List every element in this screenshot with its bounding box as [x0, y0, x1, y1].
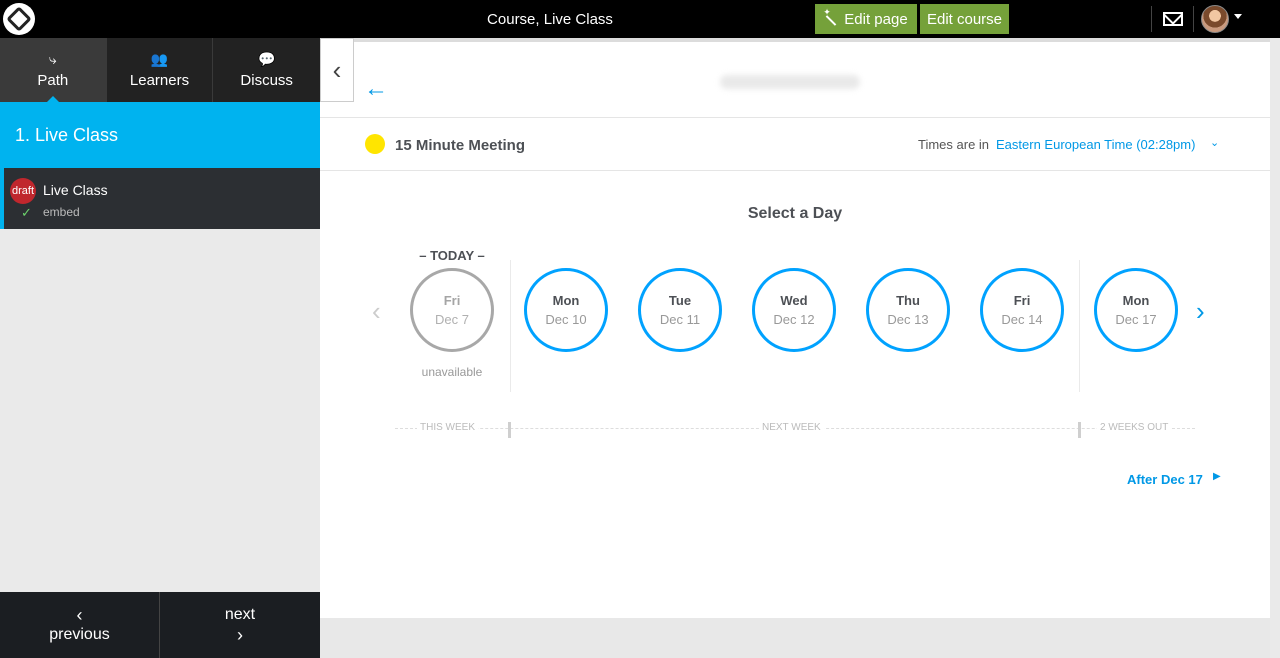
day-name: Mon	[1122, 293, 1150, 308]
lesson-title: Live Class	[43, 182, 108, 198]
week-timeline: THIS WEEK NEXT WEEK 2 WEEKS OUT	[395, 422, 1195, 438]
lesson-subtitle: embed	[43, 205, 80, 219]
right-gutter	[1270, 38, 1280, 658]
day-date: Dec 13	[887, 312, 929, 327]
timezone-select[interactable]: Eastern European Time (02:28pm)	[996, 137, 1195, 152]
timeline-marker	[508, 422, 511, 438]
sidebar-footer: ‹ previous next ›	[0, 592, 320, 658]
page-title: Course, Live Class	[487, 11, 613, 28]
chevron-left-icon: ‹	[372, 296, 381, 326]
unavailable-label: unavailable	[421, 365, 483, 379]
day-date: Dec 12	[773, 312, 815, 327]
draft-badge: draft	[10, 178, 36, 204]
meeting-color-dot	[365, 134, 385, 154]
tab-learners[interactable]: 👥 Learners	[107, 38, 214, 102]
collapse-sidebar-button[interactable]: ‹	[320, 38, 354, 102]
chevron-right-icon[interactable]: ›	[1196, 296, 1205, 327]
tab-label: Learners	[129, 71, 190, 89]
tab-discuss[interactable]: 💬 Discuss	[213, 38, 320, 102]
chevron-left-icon: ‹	[76, 605, 83, 625]
mail-icon[interactable]	[1163, 12, 1183, 26]
back-arrow-icon[interactable]: ←	[364, 77, 388, 101]
day-name: Fri	[443, 293, 461, 308]
day-button[interactable]: Wed Dec 12	[752, 268, 836, 352]
scheduler-header: ← powered by Calendly	[320, 42, 1270, 118]
timeline-marker	[1078, 422, 1081, 438]
day-name: Mon	[552, 293, 580, 308]
section-header[interactable]: 1. Live Class	[0, 102, 320, 168]
topbar-divider	[1151, 6, 1152, 32]
ribbon-label: powered by Calendly	[1205, 42, 1270, 119]
top-bar: Course, Live Class Edit page Edit course	[0, 0, 1280, 38]
meeting-title: 15 Minute Meeting	[395, 137, 526, 154]
avatar[interactable]	[1201, 5, 1229, 33]
select-day-title: Select a Day	[747, 205, 843, 222]
chevron-right-icon: ›	[237, 625, 243, 645]
day-button: Fri Dec 7	[410, 268, 494, 352]
next-label: next	[224, 606, 256, 623]
blurred-organizer-name	[720, 75, 860, 89]
today-label: – TODAY –	[419, 248, 485, 263]
edit-page-button[interactable]: Edit page	[815, 4, 917, 34]
path-icon: ⤷	[48, 50, 57, 67]
topbar-divider	[1193, 6, 1194, 32]
previous-label: previous	[49, 626, 110, 643]
logo-icon[interactable]	[3, 3, 35, 35]
day-button[interactable]: Mon Dec 10	[524, 268, 608, 352]
timeline-next-week: NEXT WEEK	[759, 422, 824, 433]
learners-icon: 👥	[150, 50, 169, 67]
day-date: Dec 11	[659, 312, 701, 327]
day-name: Thu	[896, 293, 920, 308]
day-name: Fri	[1013, 293, 1031, 308]
day-date: Dec 17	[1115, 312, 1157, 327]
day-name: Tue	[668, 293, 692, 308]
day-button[interactable]: Mon Dec 17	[1094, 268, 1178, 352]
day-button[interactable]: Thu Dec 13	[866, 268, 950, 352]
week-separator	[510, 260, 511, 392]
edit-course-button[interactable]: Edit course	[920, 4, 1009, 34]
lesson-item[interactable]: draft Live Class ✓ embed	[0, 168, 320, 229]
caret-right-icon[interactable]: ▶	[1213, 471, 1221, 482]
after-date-link[interactable]: After Dec 17	[1127, 472, 1203, 487]
tab-path[interactable]: ⤷ Path	[0, 38, 107, 103]
chevron-left-icon: ‹	[332, 54, 342, 85]
discuss-icon: 💬	[257, 50, 276, 67]
meeting-row: 15 Minute Meeting Times are in Eastern E…	[320, 118, 1270, 171]
timeline-this-week: THIS WEEK	[417, 422, 479, 433]
day-date: Dec 7	[435, 312, 469, 327]
magic-wand-icon	[823, 7, 838, 26]
day-date: Dec 14	[1001, 312, 1043, 327]
chevron-down-icon[interactable]	[1234, 14, 1242, 19]
day-button[interactable]: Tue Dec 11	[638, 268, 722, 352]
scheduler-panel: ← powered by Calendly 15 Minute Meeting …	[320, 38, 1270, 618]
sidebar-tabs: ⤷ Path 👥 Learners 💬 Discuss	[0, 38, 320, 103]
check-icon: ✓	[21, 205, 32, 220]
edit-page-label: Edit page	[844, 10, 908, 28]
day-name: Wed	[780, 293, 808, 308]
day-button[interactable]: Fri Dec 14	[980, 268, 1064, 352]
tab-label: Discuss	[240, 71, 293, 89]
chevron-down-icon[interactable]: ⌄	[1210, 136, 1219, 149]
next-button[interactable]: next ›	[160, 592, 320, 658]
timezone-label: Times are in	[918, 137, 990, 152]
sidebar: ⤷ Path 👥 Learners 💬 Discuss 1. Live Clas…	[0, 38, 320, 658]
tab-label: Path	[37, 71, 69, 89]
day-date: Dec 10	[545, 312, 587, 327]
timeline-two-weeks: 2 WEEKS OUT	[1097, 422, 1172, 433]
week-separator	[1079, 260, 1080, 392]
previous-button[interactable]: ‹ previous	[0, 592, 160, 658]
